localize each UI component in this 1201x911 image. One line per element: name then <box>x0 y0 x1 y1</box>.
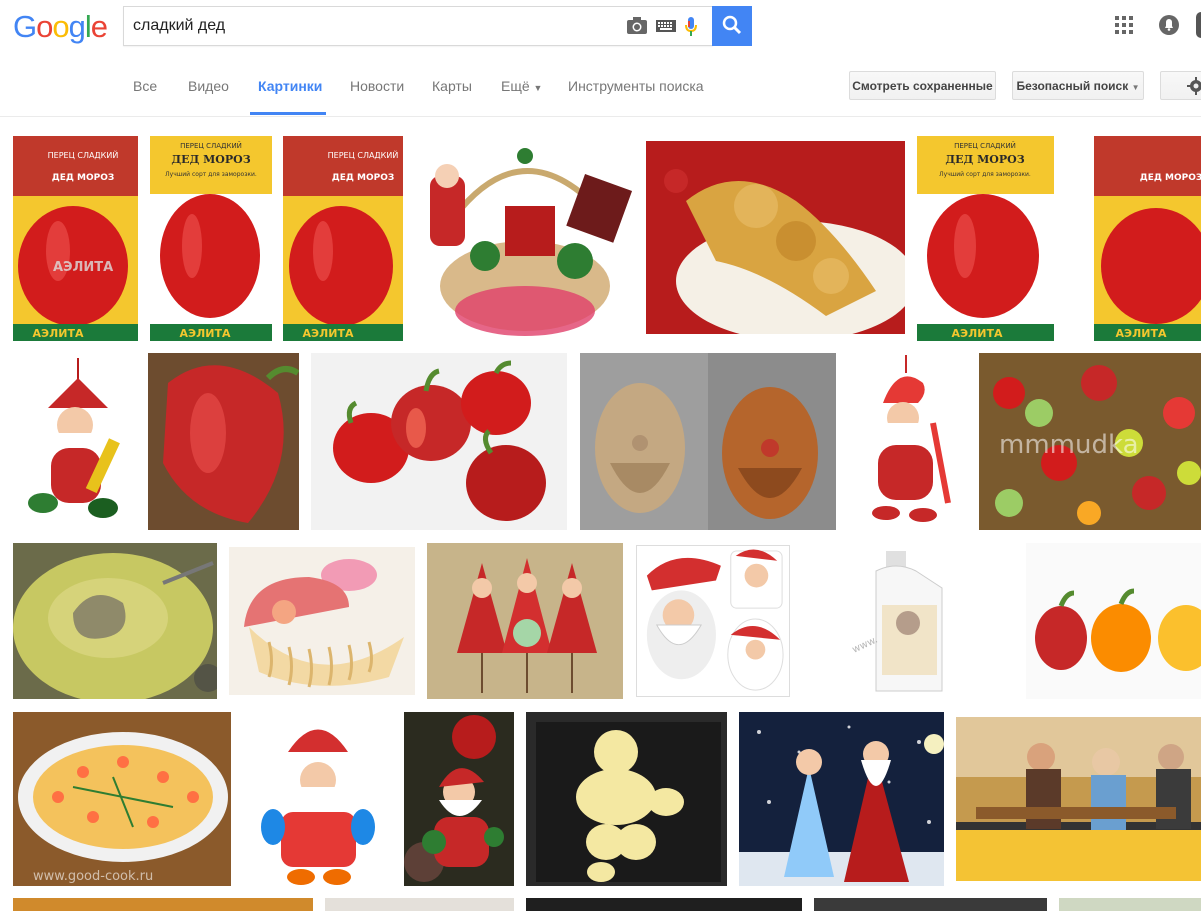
pack-variety: ДЕД МОРОЗ <box>171 153 250 166</box>
result-image[interactable] <box>13 898 313 911</box>
result-image[interactable]: www.good-cook.ru <box>13 712 231 886</box>
pack-title: ПЕРЕЦ СЛАДКИЙ <box>180 141 242 150</box>
result-image[interactable] <box>229 547 415 695</box>
image-results-grid: ПЕРЕЦ СЛАДКИЙ ДЕД МОРОЗ АЭЛИТА АЭЛИТА ПЕ… <box>0 0 1201 911</box>
result-image[interactable] <box>148 353 299 530</box>
result-image[interactable] <box>13 353 136 530</box>
result-image[interactable] <box>325 898 514 911</box>
pack-variety: ДЕД МОРОЗ <box>1140 173 1201 183</box>
result-image[interactable] <box>427 543 623 699</box>
pack-subtitle: Лучший сорт для заморозки. <box>939 171 1031 178</box>
pack-variety: ДЕД МОРОЗ <box>52 173 115 183</box>
result-image[interactable]: ПЕРЕЦ СЛАДКИЙ ДЕД МОРОЗ Лучший сорт для … <box>917 136 1054 341</box>
result-image[interactable]: www. <box>804 543 1014 699</box>
result-image[interactable] <box>636 545 790 697</box>
result-image[interactable] <box>956 717 1201 881</box>
result-image[interactable] <box>526 712 727 886</box>
result-image[interactable] <box>404 712 514 886</box>
result-image[interactable]: ПЕРЕЦ СЛАДКИЙ ДЕД МОРОЗ Лучший сорт для … <box>150 136 272 341</box>
result-image[interactable] <box>243 712 393 886</box>
pack-brand: АЭЛИТА <box>303 327 354 340</box>
result-image[interactable] <box>13 543 217 699</box>
result-image[interactable] <box>646 141 905 334</box>
pack-brand: АЭЛИТА <box>180 327 231 340</box>
image-watermark: www.good-cook.ru <box>33 869 153 884</box>
pack-brand: АЭЛИТА <box>33 327 84 340</box>
result-image[interactable] <box>1026 543 1201 699</box>
pack-title: ПЕРЕЦ СЛАДКИЙ <box>48 149 119 160</box>
result-image[interactable] <box>814 898 1047 911</box>
result-image[interactable] <box>1059 898 1201 911</box>
pack-variety: ДЕД МОРОЗ <box>332 173 395 183</box>
pack-title: ПЕРЕЦ СЛАДКИЙ <box>954 141 1016 150</box>
result-image[interactable]: ДЕД МОРОЗ АЭЛИТА <box>1066 136 1201 341</box>
pack-watermark: АЭЛИТА <box>53 260 113 275</box>
result-image[interactable]: ПЕРЕЦ СЛАДКИЙ ДЕД МОРОЗ АЭЛИТА АЭЛИТА <box>13 136 138 341</box>
pack-subtitle: Лучший сорт для заморозки. <box>165 171 257 178</box>
result-image[interactable] <box>739 712 944 886</box>
pack-title: ПЕРЕЦ СЛАДКИЙ <box>328 149 399 160</box>
result-image[interactable] <box>848 353 967 530</box>
image-watermark: mmmudka <box>999 430 1139 460</box>
result-image[interactable]: mmmudka <box>979 353 1201 530</box>
result-image[interactable]: ПЕРЕЦ СЛАДКИЙ ДЕД МОРОЗ АЭЛИТА <box>283 136 403 341</box>
result-image[interactable] <box>526 898 802 911</box>
pack-variety: ДЕД МОРОЗ <box>945 153 1024 166</box>
result-image[interactable] <box>415 136 634 341</box>
pack-brand: АЭЛИТА <box>952 327 1003 340</box>
result-image[interactable] <box>311 353 567 530</box>
result-image[interactable] <box>580 353 836 530</box>
pack-brand: АЭЛИТА <box>1116 327 1167 340</box>
